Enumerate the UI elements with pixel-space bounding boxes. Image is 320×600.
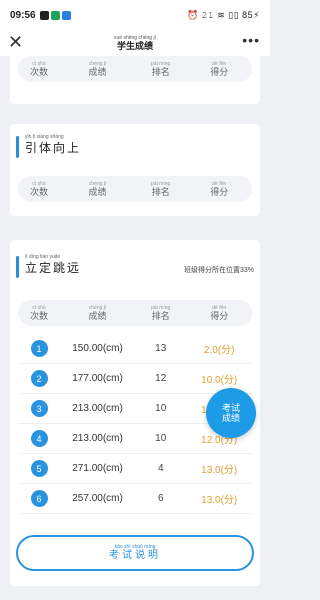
section-title-longjump: lì dìng tiào yuǎn 立定跳远 xyxy=(16,254,81,278)
attempt-badge: 2 xyxy=(30,370,48,387)
attempt-badge: 3 xyxy=(30,400,48,417)
score-value: 2.0(分) xyxy=(203,345,235,356)
button-label: 考试说明 xyxy=(109,550,161,561)
status-time: 09:56 xyxy=(10,9,36,21)
table-row: 6 257.00(cm) 6 13.0(分) xyxy=(18,484,252,514)
fab-label: 考试成绩 xyxy=(221,403,240,423)
table-row: 5 271.00(cm) 4 13.0(分) xyxy=(18,454,252,484)
score-value: 13.0(分) xyxy=(201,465,238,476)
col-score: dé fēn 得分 xyxy=(210,180,229,197)
status-bar: 09:56 ⏰ 𝟸𝟷 ≋ ▯▯ 85⚡ xyxy=(0,0,270,30)
prev-section-card: cì shù 次数 chéng jì 成绩 pái míng 排名 dé fēn 得分 xyxy=(10,56,260,104)
page-title: xué shēng chéng jì 学生成绩 xyxy=(114,35,156,51)
rank-value: 6 xyxy=(157,493,164,504)
pullup-card: yǐn tǐ xiàng shàng 引体向上 cì shù 次数 chéng j… xyxy=(10,124,260,216)
col-result: chéng jì 成绩 xyxy=(88,60,107,77)
status-indicators: ⏰ 𝟸𝟷 ≋ ▯▯ 85⚡ xyxy=(186,9,260,20)
result-value: 271.00(cm) xyxy=(72,463,123,474)
result-value: 213.00(cm) xyxy=(72,433,123,444)
title-accent-bar xyxy=(16,136,19,158)
class-position-note: 班级得分所在位置33% xyxy=(183,267,254,274)
exam-instructions-button[interactable]: kǎo shì shuō míng 考试说明 xyxy=(16,535,254,571)
result-value: 257.00(cm) xyxy=(72,493,123,504)
col-count: cì shù 次数 xyxy=(30,60,49,77)
result-value: 150.00(cm) xyxy=(72,343,123,354)
attempt-badge: 6 xyxy=(30,490,48,507)
exam-results-fab[interactable]: 考试成绩 xyxy=(206,388,256,438)
col-rank: pái míng 排名 xyxy=(151,304,171,321)
table-header: cì shù 次数 chéng jì 成绩 pái míng 排名 dé fēn 得分 xyxy=(18,176,252,202)
app-icon xyxy=(61,10,71,20)
rank-value: 12 xyxy=(155,373,167,384)
rank-value: 10 xyxy=(155,433,167,444)
score-value: 10.0(分) xyxy=(201,375,238,386)
col-score: dé fēn 得分 xyxy=(210,60,229,77)
notification-icon xyxy=(39,10,49,20)
attempt-badge: 5 xyxy=(30,460,48,477)
col-rank: pái míng 排名 xyxy=(151,60,171,77)
result-value: 177.00(cm) xyxy=(72,373,123,384)
wechat-icon xyxy=(50,10,60,20)
col-rank: pái míng 排名 xyxy=(151,180,171,197)
col-score: dé fēn 得分 xyxy=(210,304,229,321)
close-icon[interactable]: ✕ xyxy=(8,32,23,52)
section-title-pullup: yǐn tǐ xiàng shàng 引体向上 xyxy=(16,134,81,158)
rank-value: 4 xyxy=(157,463,164,474)
rank-value: 13 xyxy=(155,343,167,354)
title-accent-bar xyxy=(16,256,19,278)
attempt-badge: 1 xyxy=(30,340,48,357)
table-header: cì shù 次数 chéng jì 成绩 pái míng 排名 dé fēn 得分 xyxy=(18,56,252,82)
more-icon[interactable]: ••• xyxy=(242,32,260,48)
table-row: 1 150.00(cm) 13 2.0(分) xyxy=(18,334,252,364)
rank-value: 10 xyxy=(155,403,167,414)
col-result: chéng jì 成绩 xyxy=(88,180,107,197)
col-count: cì shù 次数 xyxy=(30,304,49,321)
score-value: 13.0(分) xyxy=(201,495,238,506)
col-count: cì shù 次数 xyxy=(30,180,49,197)
attempt-badge: 4 xyxy=(30,430,48,447)
col-result: chéng jì 成绩 xyxy=(88,304,107,321)
table-header: cì shù 次数 chéng jì 成绩 pái míng 排名 dé fēn 得分 xyxy=(18,300,252,326)
table-row: 2 177.00(cm) 12 10.0(分) xyxy=(18,364,252,394)
result-value: 213.00(cm) xyxy=(72,403,123,414)
nav-bar: ✕ xué shēng chéng jì 学生成绩 ••• xyxy=(0,30,270,56)
